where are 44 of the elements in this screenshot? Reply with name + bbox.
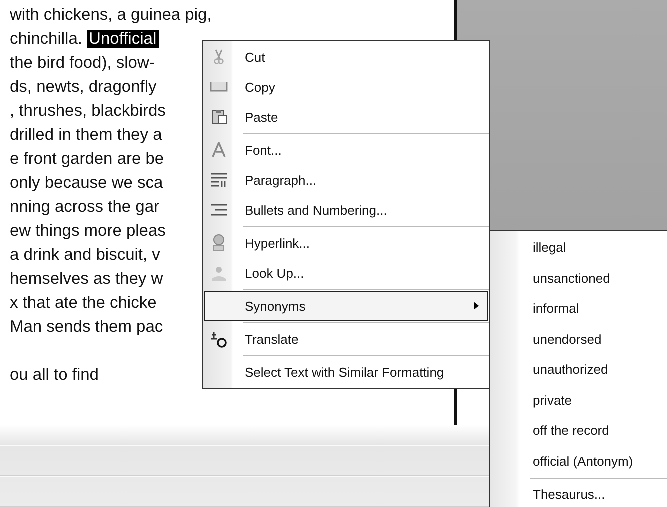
menu-item[interactable]: Translate	[204, 324, 488, 354]
paragraph-icon	[210, 172, 228, 188]
menu-item[interactable]: Hyperlink...	[204, 228, 488, 258]
document-text: only because we sca	[10, 174, 164, 192]
menu-item[interactable]: Paste	[204, 102, 488, 132]
menu-item[interactable]: unauthorized	[490, 355, 667, 386]
menu-item[interactable]: Copy	[204, 72, 488, 102]
menu-item[interactable]: Synonyms	[204, 291, 488, 321]
document-text: drilled in them they a	[10, 126, 162, 144]
menu-item[interactable]: Thesaurus...	[490, 480, 667, 507]
copy-icon	[210, 81, 228, 93]
bullets-icon	[210, 203, 228, 217]
document-text: nning across the gar	[10, 198, 160, 216]
document-text: ds, newts, dragonfly	[10, 78, 157, 96]
document-text: ew things more pleas	[10, 222, 166, 240]
menu-item[interactable]: Bullets and Numbering...	[204, 195, 488, 225]
document-text: the bird food), slow-	[10, 54, 155, 72]
menu-item[interactable]: Font...	[204, 135, 488, 165]
selected-text: Unofficial	[87, 30, 159, 48]
menu-item[interactable]: Cut	[204, 42, 488, 72]
menu-item[interactable]: Select Text with Similar Formatting	[204, 357, 488, 387]
document-text: , thrushes, blackbirds	[10, 102, 166, 120]
font-icon	[212, 142, 226, 158]
menu-item[interactable]: private	[490, 386, 667, 416]
document-text: a drink and biscuit, v	[10, 246, 160, 264]
menu-item[interactable]: unendorsed	[490, 324, 667, 355]
document-text: x that ate the chicke	[10, 294, 157, 312]
menu-item[interactable]: Look Up...	[204, 258, 488, 288]
clipboard-icon	[210, 109, 228, 125]
translate-icon	[210, 330, 228, 348]
menu-item[interactable]: unsanctioned	[490, 264, 667, 294]
menu-item[interactable]: off the record	[490, 416, 667, 446]
document-text: e front garden are be	[10, 150, 164, 168]
document-text: hemselves as they w	[10, 270, 164, 288]
document-text: ou all to find	[10, 366, 99, 384]
document-text: Man sends them pac	[10, 318, 164, 336]
menu-item[interactable]: official (Antonym)	[490, 446, 667, 477]
submenu-arrow-icon	[474, 302, 479, 310]
menu-item[interactable]: illegal	[490, 233, 667, 264]
document-text: chinchilla.	[10, 30, 84, 48]
menu-item[interactable]: Paragraph...	[204, 165, 488, 195]
document-text: with chickens, a guinea pig,	[10, 6, 212, 24]
scissors-icon	[213, 49, 225, 65]
menu-item[interactable]: informal	[490, 294, 667, 324]
